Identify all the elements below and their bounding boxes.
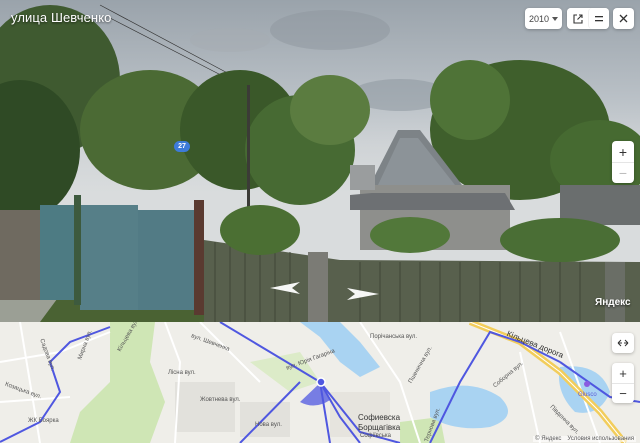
menu-button[interactable] xyxy=(588,8,609,29)
yandex-copyright[interactable]: © Яндекс xyxy=(535,436,561,442)
map-label: Софиевска xyxy=(358,413,401,422)
nav-arrow-left-icon[interactable] xyxy=(270,281,302,295)
mini-map[interactable]: Кільцева дорога Софиевска Борщагівка Соф… xyxy=(0,322,640,443)
close-button[interactable] xyxy=(613,8,634,29)
external-link-icon xyxy=(572,13,583,24)
chevron-down-icon xyxy=(552,16,559,21)
panorama-zoom-out-button[interactable]: − xyxy=(612,162,634,183)
collapse-arrows-icon xyxy=(617,339,629,347)
street-title: улица Шевченко xyxy=(11,10,112,25)
map-zoom-control: + − xyxy=(612,363,634,403)
map-footer: © Яндекс Условия использования xyxy=(533,436,636,442)
map-label: Борщагівка xyxy=(358,423,401,432)
map-label: ЖК Боярка xyxy=(28,418,59,424)
map-label: Лісна вул. xyxy=(168,370,196,376)
panorama-zoom-in-button[interactable]: + xyxy=(612,141,634,162)
year-label: 2010 xyxy=(528,13,550,24)
map-label: Нова вул. xyxy=(255,422,282,428)
collapse-map-button[interactable] xyxy=(612,333,634,353)
year-select[interactable]: 2010 xyxy=(525,8,562,29)
panorama-scene xyxy=(0,4,640,322)
map-zoom-in-button[interactable]: + xyxy=(612,363,634,383)
yandex-watermark: Яндекс xyxy=(595,297,631,308)
hamburger-icon xyxy=(595,15,603,21)
close-icon xyxy=(619,14,628,23)
map-label: Glusco xyxy=(578,392,597,398)
map-zoom-out-button[interactable]: − xyxy=(612,383,634,403)
map-label: Порічанська вул. xyxy=(370,334,418,340)
terms-link[interactable]: Условия использования xyxy=(567,436,634,442)
nav-arrow-right-icon[interactable] xyxy=(345,287,379,301)
panorama-zoom-control: + − xyxy=(612,141,634,183)
map-label: Жовтнева вул. xyxy=(200,397,241,403)
share-button[interactable] xyxy=(567,8,588,29)
street-view-panorama[interactable]: улица Шевченко 2010 + − 27 Яндекс xyxy=(0,0,640,322)
map-label: Софіївська xyxy=(360,433,391,439)
map-canvas xyxy=(0,322,640,443)
house-number-badge[interactable]: 27 xyxy=(174,141,190,152)
